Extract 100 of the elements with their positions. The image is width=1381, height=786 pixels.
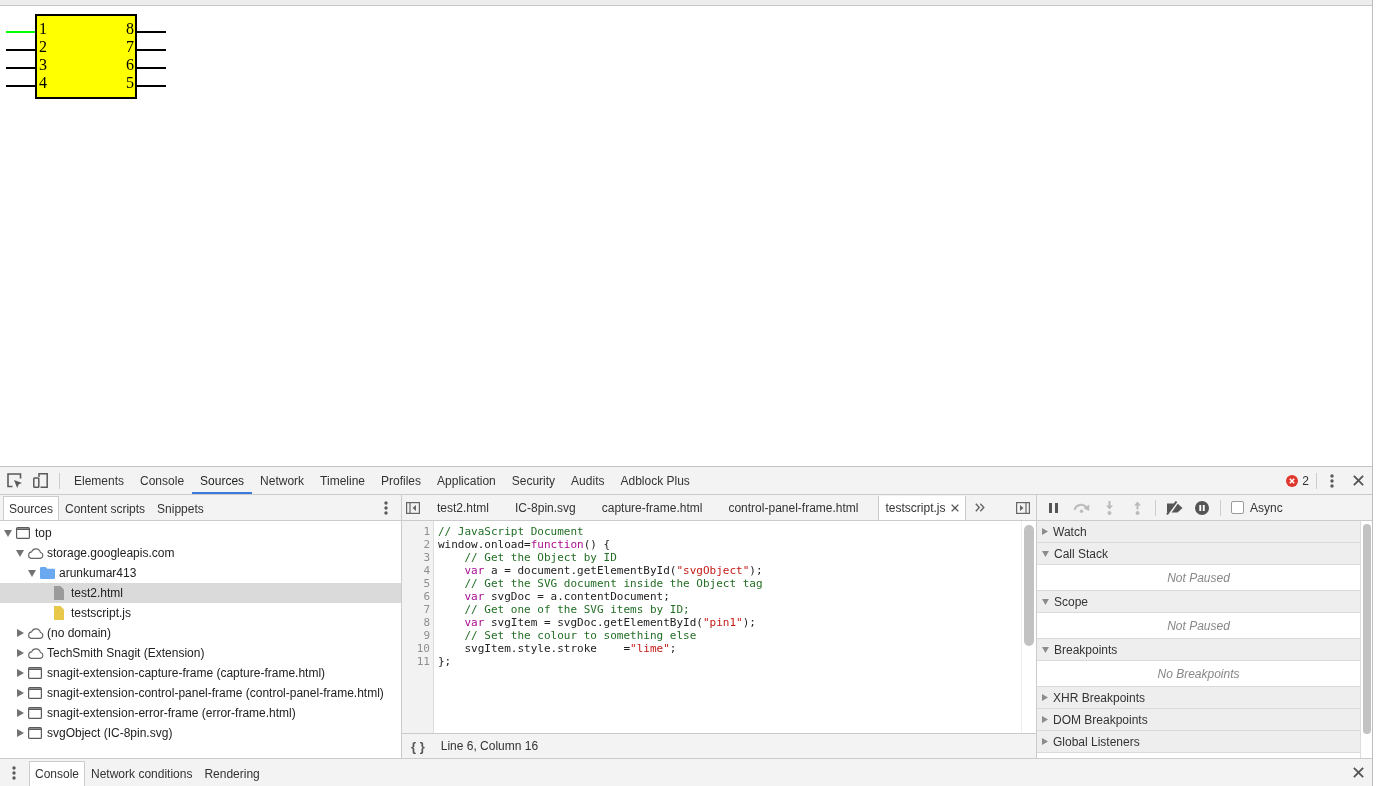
- line-number: 9: [423, 629, 430, 642]
- caret-icon[interactable]: [1042, 646, 1049, 653]
- code-line: var svgDoc = a.contentDocument;: [464, 590, 670, 603]
- panel-tab[interactable]: Timeline: [312, 467, 373, 494]
- panel-toggle-icon[interactable]: [406, 501, 420, 514]
- async-label: Async: [1250, 500, 1283, 515]
- close-icon[interactable]: [1352, 475, 1364, 486]
- file-tab[interactable]: testscript.js: [877, 496, 966, 520]
- navigator-tab[interactable]: Snippets: [151, 496, 210, 520]
- drawer-tab[interactable]: Rendering: [198, 761, 266, 786]
- code-line: // Get one of the SVG items by ID;: [464, 603, 690, 616]
- scrollbar-thumb[interactable]: [1363, 524, 1371, 734]
- caret-icon[interactable]: [1042, 528, 1048, 535]
- caret-icon[interactable]: [1042, 694, 1048, 701]
- tree-item[interactable]: (no domain): [0, 623, 401, 643]
- panel-tab[interactable]: Network: [252, 467, 313, 494]
- window-icon: [28, 667, 42, 679]
- caret-icon[interactable]: [1042, 716, 1048, 723]
- pin-number: 2: [39, 38, 47, 55]
- caret-icon[interactable]: [16, 629, 24, 637]
- close-icon[interactable]: [1352, 767, 1364, 778]
- code-line: // Get the SVG document inside the Object tag: [464, 577, 763, 590]
- section-header[interactable]: Call Stack: [1037, 543, 1360, 565]
- tree-item[interactable]: storage.googleapis.com: [0, 543, 401, 563]
- file-tab[interactable]: capture-frame.html: [588, 496, 716, 520]
- section-header[interactable]: XHR Breakpoints: [1037, 687, 1360, 709]
- panel-tab[interactable]: Adblock Plus: [612, 467, 698, 494]
- file-tab[interactable]: test2.html: [424, 496, 503, 520]
- tree-item[interactable]: arunkumar413: [0, 563, 401, 583]
- slashed-tag-icon[interactable]: [1164, 500, 1184, 515]
- pin-number: 5: [126, 74, 134, 91]
- file-tab[interactable]: control-panel-frame.html: [715, 496, 872, 520]
- cloud-icon: [26, 627, 44, 639]
- caret-icon[interactable]: [1042, 738, 1048, 745]
- empty-message: Not Paused: [1167, 570, 1230, 585]
- caret-icon[interactable]: [16, 689, 24, 697]
- section-header[interactable]: Global Listeners: [1037, 731, 1360, 753]
- tree-item[interactable]: snagit-extension-capture-frame (capture-frame.html): [0, 663, 401, 683]
- tree-item[interactable]: TechSmith Snagit (Extension): [0, 643, 401, 663]
- double-chevron-icon[interactable]: [974, 503, 985, 512]
- line-number: 2: [423, 538, 430, 551]
- caret-icon[interactable]: [28, 569, 36, 577]
- scrollbar-thumb[interactable]: [1024, 525, 1034, 646]
- cloud-icon: [26, 647, 44, 659]
- window-icon: [28, 727, 42, 739]
- async-checkbox[interactable]: [1231, 501, 1244, 514]
- line-number: 10: [416, 642, 430, 655]
- tree-item[interactable]: test2.html: [0, 583, 401, 603]
- tree-item[interactable]: snagit-extension-control-panel-frame (control-panel-frame.html): [0, 683, 401, 703]
- section-header[interactable]: Watch: [1037, 521, 1360, 543]
- devices-icon[interactable]: [32, 473, 48, 488]
- caret-icon[interactable]: [16, 649, 24, 657]
- caret-icon[interactable]: [16, 669, 24, 677]
- pause-circle-icon[interactable]: [1195, 500, 1209, 515]
- caret-icon[interactable]: [4, 529, 12, 537]
- line-number: 6: [423, 590, 430, 603]
- caret-icon[interactable]: [1042, 550, 1049, 557]
- tree-item[interactable]: snagit-extension-error-frame (error-frame.html): [0, 703, 401, 723]
- panel-tab[interactable]: Elements: [66, 467, 133, 494]
- more-icon[interactable]: [12, 765, 16, 780]
- section-header[interactable]: Scope: [1037, 591, 1360, 613]
- code-line: // JavaScript Document: [438, 525, 584, 538]
- line-number: 8: [423, 616, 430, 629]
- pause-icon[interactable]: [1048, 502, 1058, 513]
- pin-number: 3: [39, 56, 47, 73]
- panel-tab[interactable]: Console: [132, 467, 193, 494]
- more-icon[interactable]: [1330, 473, 1334, 488]
- code-line: var svgItem = svgDoc.getElementById("pin1");: [464, 616, 756, 629]
- panel-tab[interactable]: Audits: [563, 467, 613, 494]
- code-line: // Set the colour to something else: [464, 629, 697, 642]
- folder-icon: [39, 567, 55, 579]
- navigator-tab[interactable]: Sources: [3, 496, 60, 520]
- cloud-icon: [26, 547, 44, 559]
- drawer-tab[interactable]: Network conditions: [85, 761, 199, 786]
- panel-tab[interactable]: Application: [429, 467, 504, 494]
- error-counter[interactable]: 2: [1282, 470, 1313, 491]
- caret-icon[interactable]: [1042, 598, 1049, 605]
- window-icon: [28, 687, 42, 699]
- format-button[interactable]: { }: [411, 738, 425, 754]
- line-number: 5: [423, 577, 430, 590]
- caret-icon[interactable]: [16, 549, 24, 557]
- tree-item[interactable]: svgObject (IC-8pin.svg): [0, 723, 401, 743]
- panel-tab[interactable]: Security: [503, 467, 564, 494]
- pin-number: 8: [126, 20, 134, 37]
- close-icon[interactable]: [950, 504, 959, 512]
- drawer-tab[interactable]: Console: [29, 761, 86, 786]
- tree-item[interactable]: testscript.js: [0, 603, 401, 623]
- cursor-box-icon[interactable]: [6, 473, 22, 488]
- section-header[interactable]: Breakpoints: [1037, 639, 1360, 661]
- caret-icon[interactable]: [16, 709, 24, 717]
- caret-icon[interactable]: [16, 729, 24, 737]
- more-icon[interactable]: [384, 500, 388, 515]
- pin-number: 6: [126, 56, 134, 73]
- section-header[interactable]: DOM Breakpoints: [1037, 709, 1360, 731]
- tree-item[interactable]: top: [0, 523, 401, 543]
- panel-tab[interactable]: Profiles: [373, 467, 430, 494]
- panel-toggle-icon[interactable]: [1016, 501, 1030, 514]
- pin-number: 7: [126, 38, 134, 55]
- navigator-tab[interactable]: Content scripts: [59, 496, 152, 520]
- file-tab[interactable]: IC-8pin.svg: [502, 496, 589, 520]
